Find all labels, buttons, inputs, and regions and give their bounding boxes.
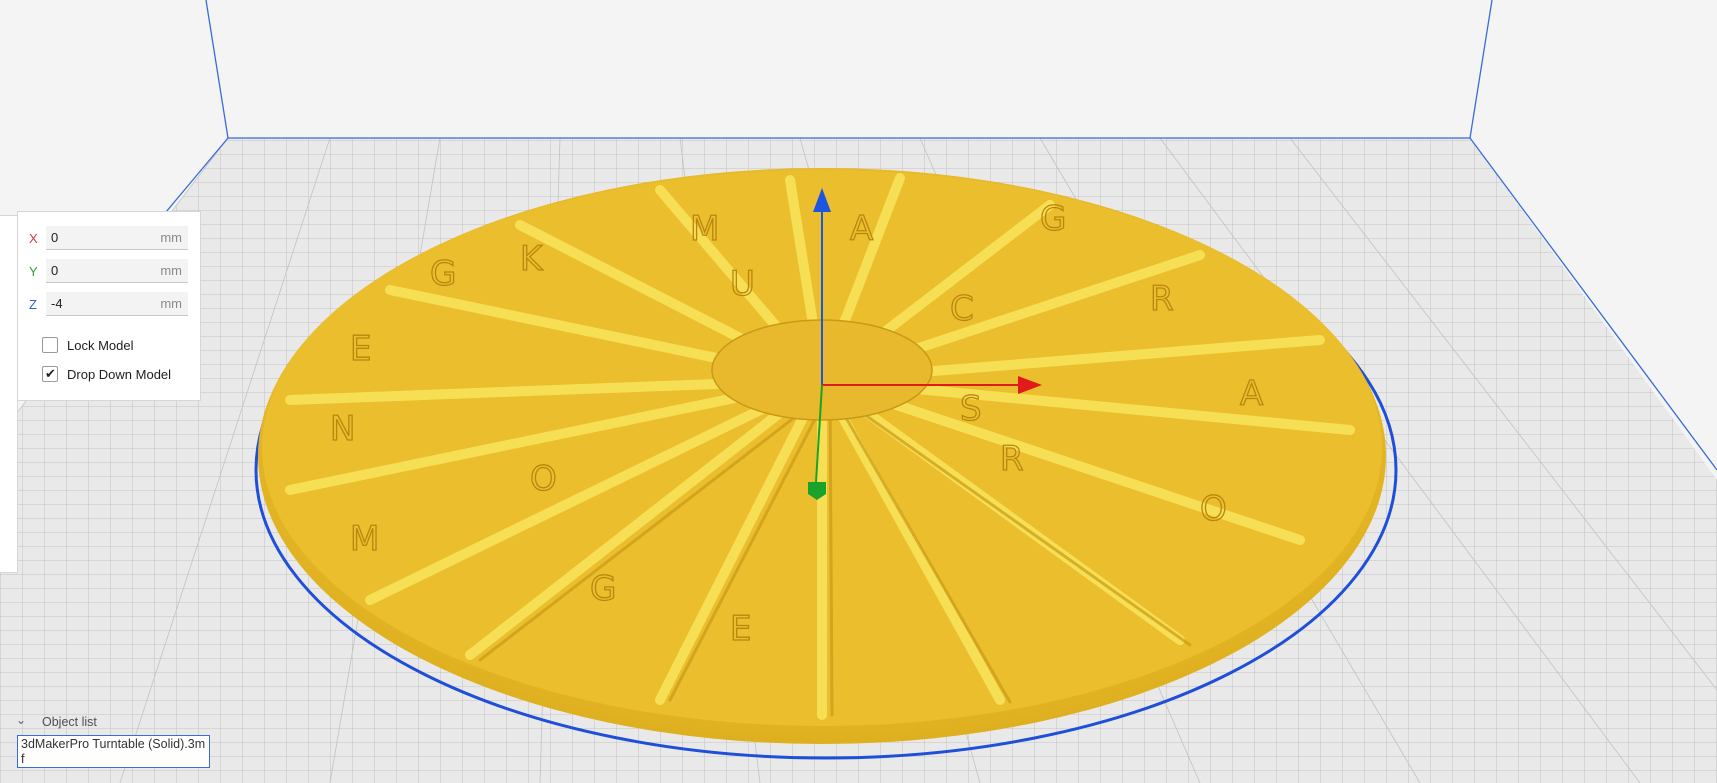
y-value[interactable]: 0 (51, 263, 58, 278)
svg-text:R: R (1150, 279, 1174, 319)
z-unit: mm (160, 296, 182, 311)
svg-text:A: A (1240, 374, 1263, 414)
svg-text:S: S (960, 389, 982, 429)
svg-text:G: G (430, 254, 456, 294)
lock-model-option[interactable]: Lock Model (42, 336, 202, 358)
x-axis-label: X (29, 231, 38, 246)
z-axis-label: Z (29, 297, 37, 312)
checkmark-icon: ✔ (45, 366, 56, 381)
svg-text:M: M (690, 209, 719, 249)
chevron-down-icon[interactable]: ⌄ (16, 713, 26, 727)
y-coordinate-row: Y 0 mm (18, 258, 202, 286)
tool-panel-tab (0, 215, 18, 573)
lock-model-label[interactable]: Lock Model (67, 338, 133, 353)
svg-text:O: O (1200, 489, 1227, 529)
object-list: 3dMakerPro Turntable (Solid).3mf (17, 735, 210, 768)
lock-model-checkbox[interactable] (42, 337, 58, 353)
object-list-title[interactable]: Object list (42, 715, 97, 729)
y-unit: mm (160, 263, 182, 278)
svg-text:M: M (350, 519, 379, 559)
x-unit: mm (160, 230, 182, 245)
x-coordinate-row: X 0 mm (18, 225, 202, 253)
svg-text:R: R (1000, 439, 1024, 479)
3d-viewport[interactable]: M U K G E N M O G E O R A R G C S A (0, 0, 1717, 783)
svg-text:K: K (520, 239, 544, 279)
svg-text:C: C (950, 289, 974, 329)
svg-text:E: E (350, 329, 371, 369)
x-coordinate-input[interactable]: 0 mm (46, 226, 188, 250)
object-list-item[interactable]: 3dMakerPro Turntable (Solid).3mf (21, 737, 207, 767)
object-list-header[interactable]: ⌄ Object list (16, 713, 216, 731)
svg-text:G: G (1040, 199, 1066, 239)
z-coordinate-row: Z -4 mm (18, 291, 202, 319)
svg-text:U: U (730, 264, 755, 304)
svg-text:E: E (730, 609, 751, 649)
move-tool-panel: X 0 mm Y 0 mm Z -4 mm Lock Model ✔ Drop … (17, 211, 201, 401)
svg-text:G: G (590, 569, 616, 609)
svg-text:A: A (850, 209, 873, 249)
svg-text:N: N (330, 409, 355, 449)
y-axis-label: Y (29, 264, 38, 279)
y-coordinate-input[interactable]: 0 mm (46, 259, 188, 283)
x-value[interactable]: 0 (51, 230, 58, 245)
drop-down-model-checkbox[interactable]: ✔ (42, 366, 58, 382)
drop-down-model-option[interactable]: ✔ Drop Down Model (42, 365, 202, 387)
drop-down-model-label[interactable]: Drop Down Model (67, 367, 171, 382)
z-coordinate-input[interactable]: -4 mm (46, 292, 188, 316)
z-value[interactable]: -4 (51, 296, 63, 311)
svg-text:O: O (530, 459, 557, 499)
panel-pointer (7, 232, 16, 250)
